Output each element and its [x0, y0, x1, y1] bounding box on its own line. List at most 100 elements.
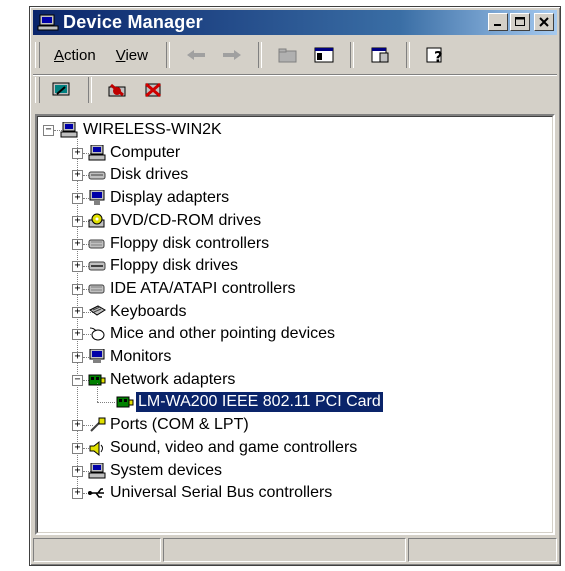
- expand-toggle[interactable]: +: [72, 465, 83, 477]
- minimize-icon: [494, 24, 501, 26]
- toolbar-separator: [257, 42, 262, 68]
- expand-toggle[interactable]: +: [72, 193, 83, 205]
- toolbar-separator: [165, 42, 170, 68]
- tree-item-label[interactable]: Mice and other pointing devices: [108, 324, 337, 344]
- menu-view-label: iew: [125, 46, 148, 64]
- tree-item-label[interactable]: System devices: [108, 461, 224, 481]
- tree-item-label[interactable]: Computer: [108, 143, 182, 163]
- expand-toggle[interactable]: +: [72, 238, 83, 250]
- console-tree-icon: [314, 47, 334, 63]
- menu-view-accel: V: [115, 46, 126, 64]
- cdrom-icon: [88, 213, 106, 229]
- status-pane-3: [408, 538, 557, 562]
- scan-hardware-icon: [52, 82, 70, 96]
- tree-item-label[interactable]: Network adapters: [108, 370, 237, 390]
- collapse-toggle[interactable]: −: [72, 374, 83, 386]
- uninstall-device-button[interactable]: [142, 79, 166, 101]
- computer-icon: [88, 144, 106, 161]
- keyboard-icon: [88, 304, 106, 320]
- usb-icon: [88, 485, 106, 501]
- toolbar-grip[interactable]: [35, 77, 40, 103]
- expand-toggle[interactable]: +: [72, 261, 83, 273]
- ide-controller-icon: [88, 281, 106, 297]
- display-adapter-icon: [88, 189, 106, 206]
- toolbar-separator: [405, 42, 410, 68]
- floppy-drive-icon: [88, 258, 106, 274]
- expand-toggle[interactable]: +: [72, 170, 83, 182]
- minimize-button[interactable]: [488, 13, 508, 31]
- disable-device-button[interactable]: [106, 79, 130, 101]
- expand-toggle[interactable]: +: [72, 215, 83, 227]
- maximize-icon: [515, 17, 525, 26]
- tree-item-label[interactable]: Sound, video and game controllers: [108, 438, 359, 458]
- back-button[interactable]: [184, 44, 208, 66]
- menu-action-accel: A: [54, 46, 65, 64]
- selected-device-label[interactable]: LM-WA200 IEEE 802.11 PCI Card: [135, 391, 384, 414]
- expand-toggle[interactable]: +: [72, 329, 83, 341]
- properties-icon: [371, 47, 389, 63]
- port-icon: [88, 417, 106, 433]
- close-button[interactable]: [534, 13, 554, 31]
- disk-drive-icon: [88, 167, 106, 183]
- maximize-button[interactable]: [510, 13, 530, 31]
- properties-button[interactable]: [368, 44, 392, 66]
- forward-button[interactable]: [220, 44, 244, 66]
- mouse-icon: [88, 326, 106, 342]
- tree-item-label[interactable]: Disk drives: [108, 165, 190, 185]
- help-icon: ?: [426, 47, 443, 64]
- computer-icon: [37, 14, 59, 32]
- status-pane-1: [33, 538, 161, 562]
- tree-item-label[interactable]: Display adapters: [108, 188, 231, 208]
- computer-icon: [60, 121, 78, 138]
- window-title: Device Manager: [63, 12, 203, 32]
- expand-toggle[interactable]: +: [72, 306, 83, 318]
- status-pane-2: [163, 538, 406, 562]
- menu-action[interactable]: Action: [44, 47, 106, 64]
- network-card-icon: [116, 394, 134, 410]
- menu-action-label: ction: [64, 46, 96, 64]
- device-toolbar: [33, 74, 557, 105]
- tree-connector: [97, 402, 115, 404]
- tree-connector: [97, 383, 98, 403]
- menu-toolbar: Action View ?: [33, 38, 557, 72]
- close-icon: [539, 17, 549, 27]
- svg-text:?: ?: [434, 48, 443, 64]
- title-bar[interactable]: Device Manager: [33, 10, 557, 35]
- tree-item-label[interactable]: Universal Serial Bus controllers: [108, 483, 334, 503]
- tree-item-label[interactable]: DVD/CD-ROM drives: [108, 211, 263, 231]
- tree-item-label[interactable]: Keyboards: [108, 302, 189, 322]
- help-button[interactable]: ?: [424, 44, 448, 66]
- expand-toggle[interactable]: +: [72, 488, 83, 500]
- speaker-icon: [88, 440, 106, 456]
- device-tree[interactable]: − WIRELESS-WIN2K + Computer + Disk drives + Dis…: [35, 114, 555, 535]
- expand-toggle[interactable]: +: [72, 420, 83, 432]
- show-hide-tree-button[interactable]: [312, 44, 336, 66]
- collapse-toggle[interactable]: −: [43, 125, 54, 136]
- uninstall-icon: [145, 82, 161, 98]
- expand-toggle[interactable]: +: [72, 147, 83, 159]
- device-manager-window: Device Manager Action View ? − WIRELESS-…: [29, 6, 561, 566]
- tree-root-label[interactable]: WIRELESS-WIN2K: [81, 120, 224, 140]
- floppy-controller-icon: [88, 236, 106, 252]
- monitor-icon: [88, 348, 106, 365]
- expand-toggle[interactable]: +: [72, 442, 83, 454]
- tree-item-label[interactable]: IDE ATA/ATAPI controllers: [108, 279, 298, 299]
- tree-item-label[interactable]: Floppy disk drives: [108, 256, 240, 276]
- forward-arrow-icon: [222, 50, 241, 60]
- toolbar-grip[interactable]: [35, 42, 40, 68]
- expand-toggle[interactable]: +: [72, 283, 83, 295]
- menu-view[interactable]: View: [106, 47, 158, 64]
- tree-item-label[interactable]: Floppy disk controllers: [108, 234, 271, 254]
- scan-hardware-button[interactable]: [50, 79, 74, 101]
- disable-device-icon: [108, 83, 126, 97]
- back-arrow-icon: [186, 50, 205, 60]
- toolbar-separator: [349, 42, 354, 68]
- status-bar: [33, 538, 557, 562]
- system-device-icon: [88, 462, 106, 479]
- expand-toggle[interactable]: +: [72, 352, 83, 363]
- folder-up-icon: [278, 48, 297, 63]
- tree-item-label[interactable]: Monitors: [108, 347, 173, 367]
- up-folder-button[interactable]: [276, 44, 300, 66]
- tree-item-label[interactable]: Ports (COM & LPT): [108, 415, 251, 435]
- device-tree-view: − WIRELESS-WIN2K + Computer + Disk drives + Dis…: [37, 116, 553, 533]
